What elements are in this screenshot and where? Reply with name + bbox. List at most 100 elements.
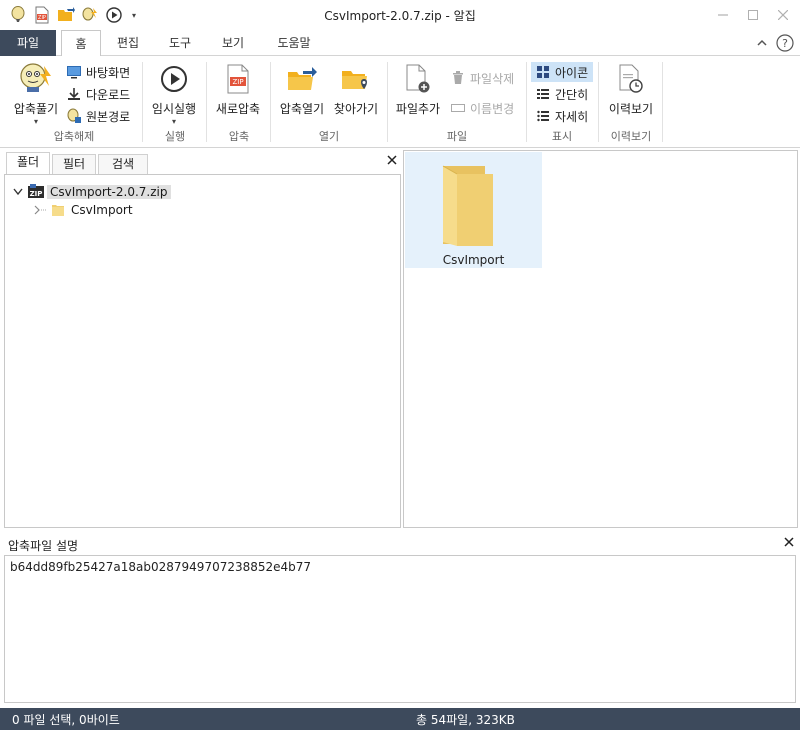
temp-run-label: 임시실행 <box>151 102 197 116</box>
view-simple-button[interactable]: 간단히 <box>535 84 588 104</box>
group-divider <box>526 62 527 142</box>
file-item-label: CsvImport <box>442 253 505 267</box>
extract-original-path-button[interactable]: 원본경로 <box>66 106 130 126</box>
group-label-open: 열기 <box>318 130 340 143</box>
temp-run-button[interactable]: 임시실행 ▾ <box>146 62 202 126</box>
tab-folder[interactable]: 폴더 <box>6 152 50 175</box>
collapse-chevron-icon[interactable] <box>13 188 27 196</box>
group-divider <box>270 62 271 142</box>
tab-search[interactable]: 검색 <box>98 154 148 174</box>
svg-text:ZIP: ZIP <box>30 190 43 198</box>
description-title: 압축파일 설명 <box>8 539 79 553</box>
large-folder-icon <box>441 164 495 249</box>
extract-button[interactable]: 압축풀기 ▾ <box>8 62 64 126</box>
help-icon[interactable]: ? <box>776 33 794 53</box>
history-clock-icon <box>604 62 658 96</box>
view-detail-button[interactable]: 자세히 <box>535 106 588 126</box>
rename-label: 이름변경 <box>470 101 515 116</box>
close-button[interactable] <box>768 5 798 25</box>
group-divider <box>662 62 663 142</box>
find-button[interactable]: 찾아가기 <box>330 62 382 117</box>
view-icon-button[interactable]: 아이콘 <box>531 62 593 82</box>
original-path-icon <box>66 108 82 124</box>
description-header: 압축파일 설명 <box>4 534 798 554</box>
detail-view-icon <box>535 108 551 124</box>
file-list-panel: CsvImport <box>403 150 798 528</box>
description-text: b64dd89fb25427a18ab0287949707238852e4b77 <box>10 560 312 574</box>
zip-file-icon: ZIP <box>210 62 266 96</box>
collapse-ribbon-icon[interactable] <box>756 33 768 53</box>
tab-home[interactable]: 홈 <box>61 30 101 57</box>
group-divider <box>142 62 143 142</box>
extract-dropdown-icon[interactable]: ▾ <box>8 117 64 126</box>
tab-help[interactable]: 도움말 <box>268 30 320 56</box>
extract-desktop-button[interactable]: 바탕화면 <box>66 62 130 82</box>
expand-chevron-icon[interactable] <box>33 205 51 215</box>
view-simple-label: 간단히 <box>555 87 589 102</box>
tab-view[interactable]: 보기 <box>211 30 255 56</box>
delete-file-button[interactable]: 파일삭제 <box>450 68 514 88</box>
new-compress-label: 새로압축 <box>215 102 261 116</box>
tab-file[interactable]: 파일 <box>0 30 56 56</box>
group-divider <box>598 62 599 142</box>
group-label-view: 표시 <box>551 130 573 143</box>
tab-tools[interactable]: 도구 <box>158 30 202 56</box>
folder-tree: ZIP CsvImport-2.0.7.zip CsvImport <box>4 174 401 528</box>
open-folder-arrow-icon <box>276 62 328 96</box>
ribbon: 압축풀기 ▾ 바탕화면 다운로드 원본경로 압축해제 임시실행 ▾ 실행 ZIP… <box>0 56 800 148</box>
group-label-history: 이력보기 <box>610 130 652 143</box>
tab-filter[interactable]: 필터 <box>52 154 96 174</box>
group-label-extract: 압축해제 <box>53 130 95 143</box>
open-archive-button[interactable]: 압축열기 <box>276 62 328 117</box>
group-divider <box>206 62 207 142</box>
file-item-folder[interactable]: CsvImport <box>405 152 542 268</box>
view-detail-label: 자세히 <box>555 109 589 124</box>
svg-text:?: ? <box>782 37 788 50</box>
description-textarea[interactable]: b64dd89fb25427a18ab0287949707238852e4b77 <box>4 555 796 703</box>
desktop-icon <box>66 64 82 80</box>
panel-close-icon[interactable] <box>387 154 397 169</box>
folder-location-icon <box>330 62 382 96</box>
maximize-button[interactable] <box>738 5 768 25</box>
delete-file-label: 파일삭제 <box>470 71 515 86</box>
view-icon-label: 아이콘 <box>555 65 589 80</box>
group-divider <box>387 62 388 142</box>
temp-run-dropdown-icon[interactable]: ▾ <box>146 117 202 126</box>
desktop-label: 바탕화면 <box>86 65 131 80</box>
svg-text:ZIP: ZIP <box>232 78 243 86</box>
extract-label: 압축풀기 <box>13 102 59 116</box>
minimize-button[interactable] <box>708 5 738 25</box>
description-close-icon[interactable] <box>784 536 794 551</box>
history-button[interactable]: 이력보기 <box>604 62 658 117</box>
trash-icon <box>450 70 466 86</box>
open-archive-label: 압축열기 <box>279 102 325 116</box>
list-view-icon <box>535 86 551 102</box>
grid-view-icon <box>535 64 551 80</box>
rename-icon <box>450 100 466 116</box>
tree-child-node[interactable]: CsvImport <box>33 201 133 219</box>
tree-root-node[interactable]: ZIP CsvImport-2.0.7.zip <box>13 183 171 201</box>
tree-child-label: CsvImport <box>71 203 133 217</box>
group-label-compress: 압축 <box>228 130 250 143</box>
add-file-icon <box>392 62 444 96</box>
menu-tab-bar: 파일 홈 편집 도구 보기 도움말 ? <box>0 30 800 57</box>
download-label: 다운로드 <box>86 87 131 102</box>
status-bar: 0 파일 선택, 0바이트 총 54파일, 323KB <box>0 708 800 730</box>
history-label: 이력보기 <box>608 102 654 116</box>
tree-root-label: CsvImport-2.0.7.zip <box>47 185 171 199</box>
rename-button[interactable]: 이름변경 <box>450 98 514 118</box>
tab-edit[interactable]: 편집 <box>106 30 150 56</box>
add-file-label: 파일추가 <box>395 102 441 116</box>
find-label: 찾아가기 <box>333 102 379 116</box>
extract-balloon-icon <box>8 62 64 96</box>
extract-download-button[interactable]: 다운로드 <box>66 84 130 104</box>
group-label-run: 실행 <box>164 130 186 143</box>
folder-icon <box>51 203 71 217</box>
add-file-button[interactable]: 파일추가 <box>392 62 444 117</box>
title-bar: ZIP ▾ CsvImport-2.0.7.zip - 알집 <box>0 0 800 30</box>
status-selection: 0 파일 선택, 0바이트 <box>12 713 120 727</box>
zip-archive-icon: ZIP <box>27 184 47 200</box>
play-circle-icon <box>146 62 202 96</box>
new-compress-button[interactable]: ZIP 새로압축 <box>210 62 266 117</box>
panel-tabs: 폴더 필터 검색 <box>4 150 401 175</box>
